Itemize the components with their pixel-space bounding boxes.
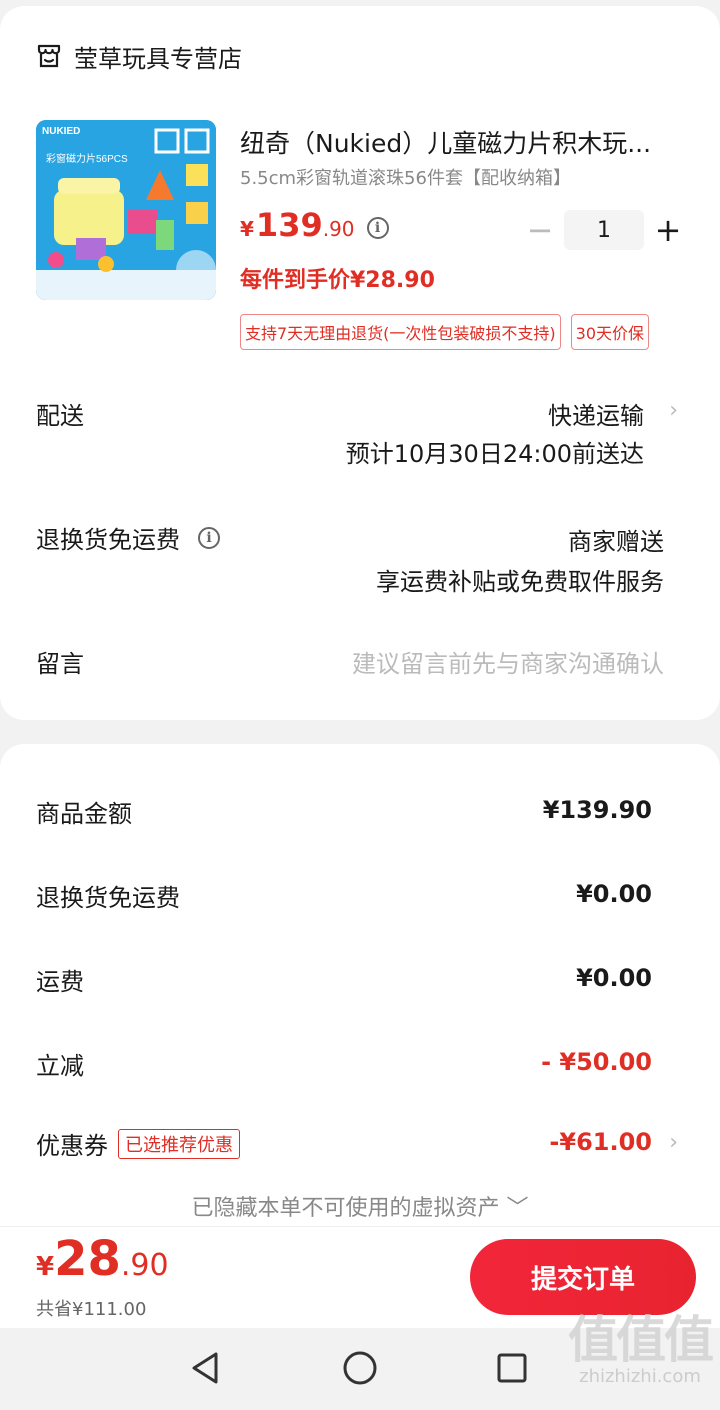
- return-policy-tag: 支持7天无理由退货(一次性包装破损不支持): [240, 314, 561, 350]
- price-symbol: ¥: [240, 217, 254, 241]
- price-decimal: .90: [322, 217, 355, 241]
- price-info-icon[interactable]: i: [366, 217, 389, 239]
- delivery-eta: 预计10月30日24:00前送达: [345, 440, 644, 468]
- back-icon[interactable]: [186, 1348, 226, 1388]
- order-item-card: 莹草玩具专营店 NUKIED 彩窗磁力片56PCS 纽奇（Nukied）儿童磁力…: [0, 6, 720, 720]
- freight-value: ¥0.00: [576, 964, 652, 992]
- return-shipping-sub: 享运费补贴或免费取件服务: [376, 568, 664, 596]
- freight-label: 运费: [36, 968, 84, 996]
- chevron-right-icon[interactable]: ›: [669, 398, 678, 423]
- delivery-label: 配送: [36, 402, 84, 430]
- home-icon[interactable]: [340, 1348, 380, 1388]
- store-name: 莹草玩具专营店: [74, 44, 242, 73]
- image-caption-text: 彩窗磁力片56PCS: [46, 152, 128, 165]
- watermark-url: zhizhizhi.com: [579, 1366, 701, 1387]
- coupon-label: 优惠券: [36, 1132, 108, 1160]
- service-tags: 支持7天无理由退货(一次性包装破损不支持) 30天价保: [240, 314, 650, 350]
- total-integer: 28: [54, 1231, 121, 1287]
- return-shipping-label: 退换货免运费: [36, 526, 180, 554]
- goods-amount-label: 商品金额: [36, 800, 132, 828]
- return-fee-label: 退换货免运费: [36, 884, 180, 912]
- watermark: 值值值 zhizhizhi.com: [568, 1300, 714, 1387]
- total-price: ¥ 28 .90: [36, 1231, 169, 1287]
- total-decimal: .90: [120, 1248, 169, 1283]
- product-spec[interactable]: 5.5cm彩窗轨道滚珠56件套【配收纳箱】: [240, 164, 571, 190]
- total-symbol: ¥: [36, 1252, 55, 1282]
- chevron-right-icon[interactable]: ›: [669, 1130, 678, 1155]
- coupon-value[interactable]: -¥61.00: [549, 1128, 652, 1156]
- discount-label: 立减: [36, 1052, 84, 1080]
- message-input[interactable]: 建议留言前先与商家沟通确认: [352, 644, 664, 679]
- decrease-button[interactable]: −: [520, 210, 560, 250]
- return-shipping-value: 商家赠送: [568, 528, 664, 556]
- discount-value: - ¥50.00: [541, 1048, 652, 1076]
- quantity-stepper: − 1 +: [520, 210, 688, 250]
- delivery-method[interactable]: 快递运输: [548, 396, 644, 431]
- coupon-badge: 已选推荐优惠: [118, 1129, 240, 1159]
- coupon-row[interactable]: 优惠券 已选推荐优惠: [36, 1126, 240, 1162]
- return-fee-value: ¥0.00: [576, 880, 652, 908]
- product-illustration: NUKIED 彩窗磁力片56PCS: [36, 120, 216, 300]
- price-integer: 139: [255, 206, 323, 244]
- unit-price: 每件到手价¥28.90: [240, 268, 435, 293]
- increase-button[interactable]: +: [648, 210, 688, 250]
- recents-icon[interactable]: [492, 1348, 532, 1388]
- return-info-icon[interactable]: i: [198, 526, 220, 549]
- quantity-input[interactable]: 1: [564, 210, 644, 250]
- return-shipping-row: 退换货免运费 i: [36, 520, 220, 555]
- product-image[interactable]: NUKIED 彩窗磁力片56PCS: [36, 120, 216, 300]
- price-protection-tag: 30天价保: [570, 314, 650, 350]
- message-label: 留言: [36, 650, 84, 678]
- watermark-logo: 值值值: [568, 1311, 714, 1369]
- total-saved: 共省¥111.00: [36, 1299, 147, 1320]
- image-brand-text: NUKIED: [42, 126, 80, 137]
- product-title[interactable]: 纽奇（Nukied）儿童磁力片积木玩...: [240, 124, 670, 160]
- product-price: ¥ 139 .90 i: [240, 206, 389, 244]
- hidden-assets-toggle[interactable]: 已隐藏本单不可使用的虚拟资产 ﹀: [0, 1190, 720, 1222]
- store-icon: [37, 44, 61, 68]
- store-header[interactable]: 莹草玩具专营店: [36, 36, 242, 76]
- goods-amount-value: ¥139.90: [542, 796, 652, 824]
